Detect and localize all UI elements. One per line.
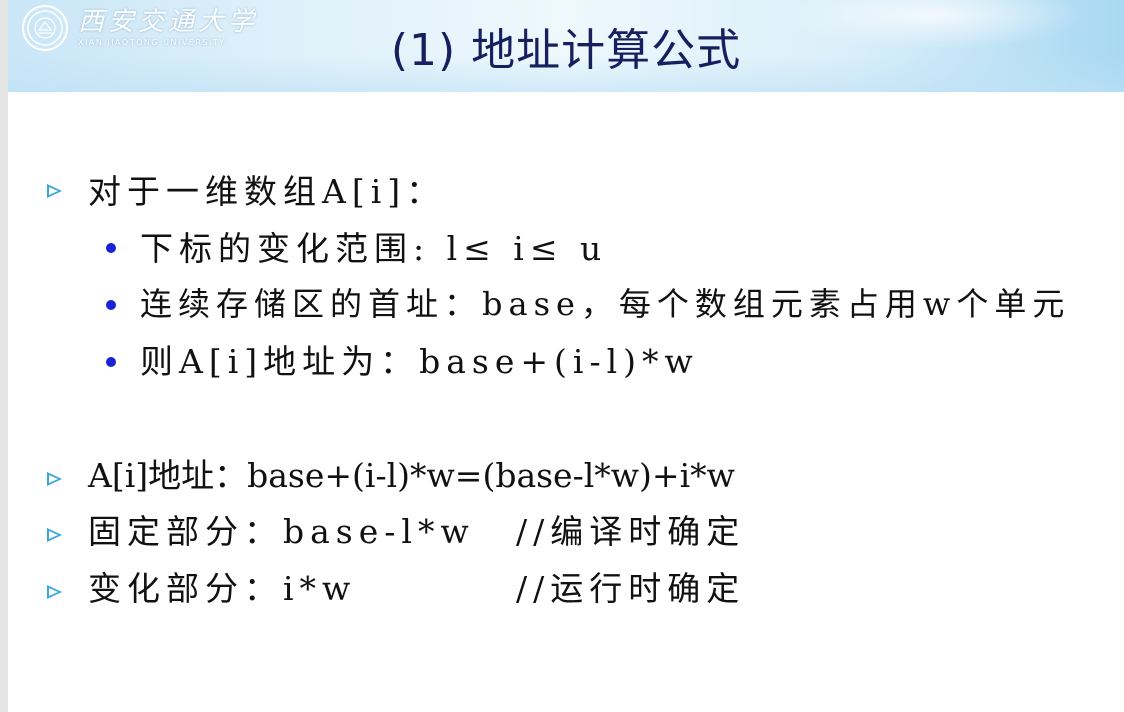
bullet-item-address-expansion: A[i]地址：base+(i-l)*w=(base-l*w)+i*w xyxy=(88,456,735,495)
arrow-bullet-icon xyxy=(47,585,62,599)
slide-left-edge xyxy=(0,0,8,712)
sub-item-address-formula: 则A[i]地址为：base+(i-l)*w xyxy=(140,342,699,381)
slide-header: 西安交通大学 XIAN JIAOTONG UNIVERSITY (1) 地址计算… xyxy=(8,0,1124,92)
bullet-item-fixed-part: 固定部分：base-l*w xyxy=(88,512,475,551)
bullet-item-variable-part: 变化部分：i*w xyxy=(88,569,357,608)
slide-title: (1) 地址计算公式 xyxy=(390,25,742,76)
sub-item-index-range: 下标的变化范围: l≤ i≤ u xyxy=(140,229,608,268)
comment-compile-time: //编译时确定 xyxy=(516,512,746,551)
sub-item-base-address: 连续存储区的首址：base，每个数组元素占用w个单元 xyxy=(140,285,1071,323)
dot-bullet-icon xyxy=(106,300,116,310)
dot-bullet-icon xyxy=(106,357,116,367)
dot-bullet-icon xyxy=(106,243,116,253)
arrow-bullet-icon xyxy=(47,184,62,198)
arrow-bullet-icon xyxy=(47,528,62,542)
arrow-bullet-icon xyxy=(47,472,62,486)
comment-run-time: //运行时确定 xyxy=(516,569,746,608)
bullet-item-1d-array: 对于一维数组A[i]： xyxy=(88,172,446,211)
